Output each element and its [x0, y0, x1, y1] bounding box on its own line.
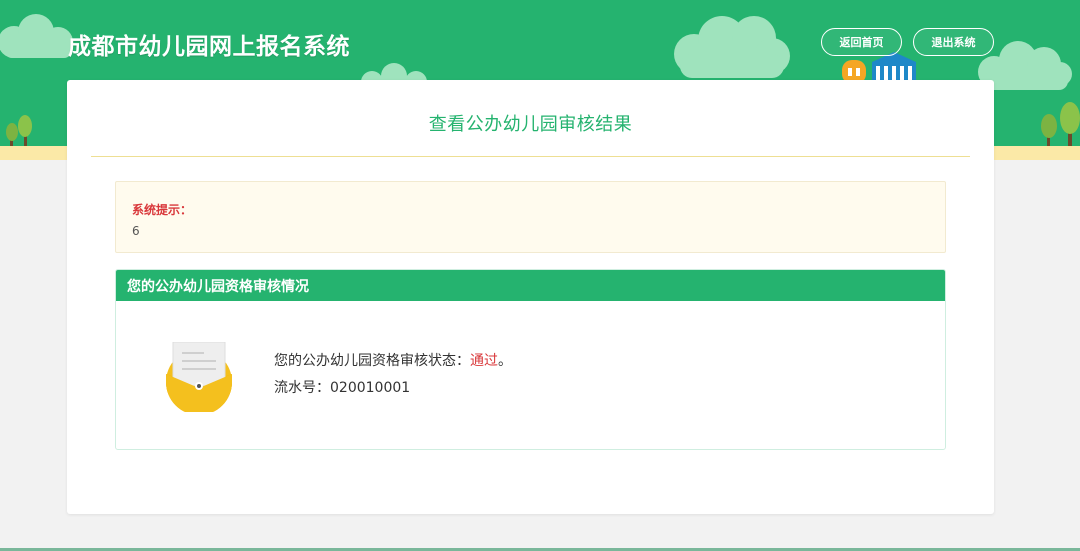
panel-heading: 您的公办幼儿园资格审核情况	[116, 270, 945, 301]
site-title: 成都市幼儿园网上报名系统	[68, 34, 350, 60]
status-value: 通过	[470, 353, 498, 369]
document-envelope-icon	[166, 342, 232, 412]
page-title: 查看公办幼儿园审核结果	[428, 114, 633, 135]
notice-label: 系统提示：	[132, 203, 193, 217]
home-button[interactable]: 返回首页	[821, 28, 902, 56]
system-notice: 系统提示： 6	[115, 181, 946, 253]
content-card: 查看公办幼儿园审核结果 系统提示： 6 您的公办幼儿园资格审核情况 您的公办幼儿…	[67, 80, 994, 514]
review-status-line: 您的公办幼儿园资格审核状态：通过。	[274, 350, 512, 370]
serial-value: 020010001	[330, 380, 411, 396]
title-divider	[91, 156, 970, 157]
serial-number-line: 流水号：020010001	[274, 377, 410, 397]
cloud-icon	[674, 16, 790, 78]
building-icon	[842, 52, 916, 82]
status-suffix: 。	[498, 353, 512, 369]
status-label: 您的公办幼儿园资格审核状态：	[274, 353, 470, 369]
review-panel: 您的公办幼儿园资格审核情况 您的公办幼儿园资格审核状态：通过。 流水号：0200…	[115, 269, 946, 450]
page: 成都市幼儿园网上报名系统 返回首页 退出系统 查看公办幼儿园审核结果 系统提示：…	[0, 0, 1080, 551]
notice-value: 6	[132, 224, 140, 238]
serial-label: 流水号：	[274, 380, 330, 396]
logout-button[interactable]: 退出系统	[913, 28, 994, 56]
